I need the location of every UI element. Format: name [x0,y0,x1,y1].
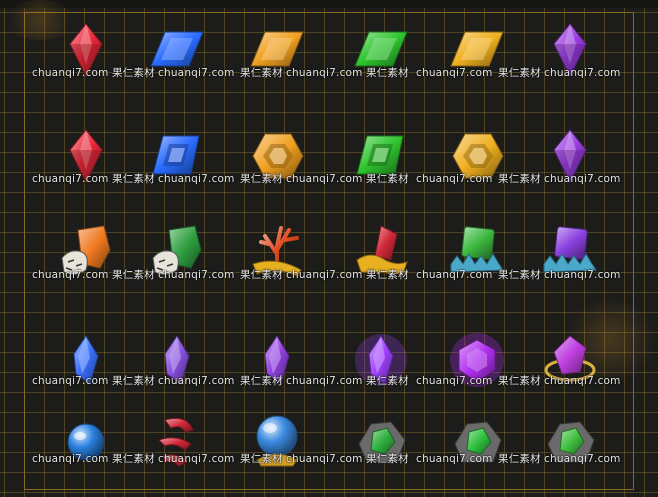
sprite-sheet: chuanqi7.com 果仁素材 chuanqi7.com 果仁素材 chuanqi7… [0,0,658,497]
watermark-brand: 果仁素材 [240,375,283,387]
watermark-site: chuanqi7.com [158,269,235,281]
watermark-site: chuanqi7.com [286,269,363,281]
watermark-brand: 果仁素材 [366,269,409,281]
watermark-brand: 果仁素材 [112,453,155,465]
watermark-site: chuanqi7.com [416,375,493,387]
watermark-site: chuanqi7.com [158,375,235,387]
watermark-brand: 果仁素材 [498,269,541,281]
frame-right-line [633,12,634,489]
watermark-site: chuanqi7.com [32,453,109,465]
watermark-site: chuanqi7.com [416,269,493,281]
watermark-brand: 果仁素材 [366,173,409,185]
watermark-site: chuanqi7.com [158,67,235,79]
watermark-site: chuanqi7.com [32,269,109,281]
watermark-brand: 果仁素材 [498,375,541,387]
watermark-brand: 果仁素材 [112,173,155,185]
watermark-site: chuanqi7.com [544,453,621,465]
frame-left-line [24,12,25,489]
watermark-site: chuanqi7.com [286,67,363,79]
watermark-brand: 果仁素材 [240,269,283,281]
watermark-site: chuanqi7.com [32,67,109,79]
watermark-site: chuanqi7.com [286,173,363,185]
frame-bottom-line [24,489,634,490]
watermark-site: chuanqi7.com [32,375,109,387]
watermark-brand: 果仁素材 [366,453,409,465]
watermark-brand: 果仁素材 [240,453,283,465]
watermark-site: chuanqi7.com [416,67,493,79]
watermark-site: chuanqi7.com [32,173,109,185]
watermark-brand: 果仁素材 [366,375,409,387]
frame-top-line [24,12,634,13]
top-frame [0,0,658,8]
watermark-brand: 果仁素材 [112,67,155,79]
watermark-site: chuanqi7.com [416,453,493,465]
watermark-site: chuanqi7.com [416,173,493,185]
watermark-brand: 果仁素材 [240,67,283,79]
watermark-site: chuanqi7.com [158,173,235,185]
watermark-brand: 果仁素材 [240,173,283,185]
watermark-brand: 果仁素材 [498,173,541,185]
watermark-site: chuanqi7.com [544,67,621,79]
watermark-site: chuanqi7.com [286,453,363,465]
watermark-brand: 果仁素材 [112,269,155,281]
watermark-site: chuanqi7.com [544,173,621,185]
watermark-brand: 果仁素材 [112,375,155,387]
watermark-brand: 果仁素材 [498,67,541,79]
watermark-brand: 果仁素材 [366,67,409,79]
watermark-brand: 果仁素材 [498,453,541,465]
watermark-site: chuanqi7.com [158,453,235,465]
watermark-site: chuanqi7.com [544,269,621,281]
watermark-site: chuanqi7.com [544,375,621,387]
watermark-site: chuanqi7.com [286,375,363,387]
